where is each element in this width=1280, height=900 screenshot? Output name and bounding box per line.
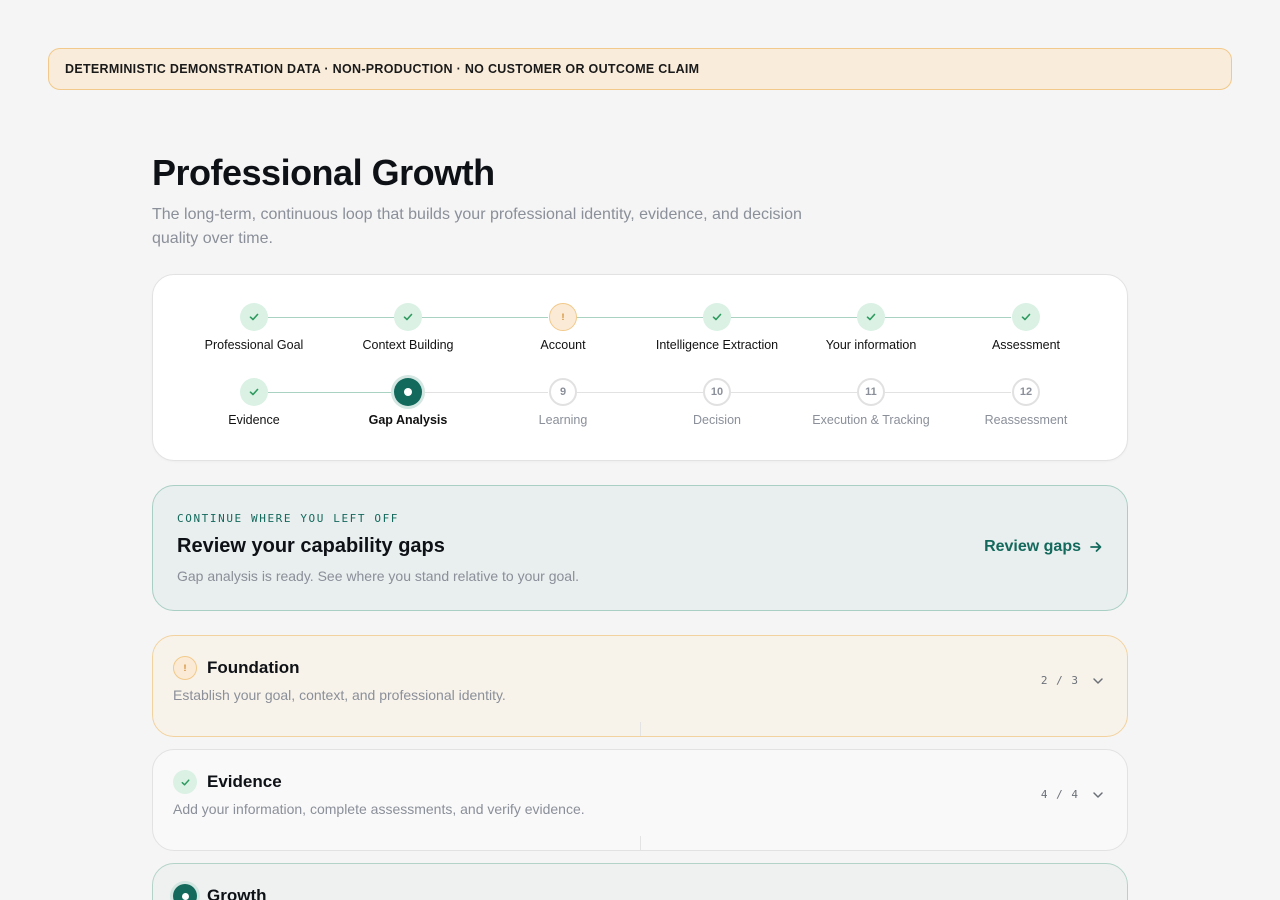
step-decision[interactable]: 10 Decision xyxy=(640,378,794,427)
warning-icon: ! xyxy=(173,656,197,680)
progress-stepper: Professional Goal Context Building ! Acc… xyxy=(152,274,1128,461)
phase-divider xyxy=(640,722,641,736)
step-reassessment[interactable]: 12 Reassessment xyxy=(949,378,1103,427)
step-intelligence-extraction[interactable]: Intelligence Extraction xyxy=(640,303,794,352)
current-phase-icon xyxy=(173,884,197,900)
step-label: Learning xyxy=(538,413,588,427)
continue-description: Gap analysis is ready. See where you sta… xyxy=(177,568,580,584)
phase-growth[interactable]: Growth xyxy=(152,863,1128,900)
continue-heading: Review your capability gaps xyxy=(177,535,445,557)
warning-icon: ! xyxy=(549,303,577,331)
phase-title: Evidence xyxy=(207,772,282,791)
phase-progress-count: 2 / 3 xyxy=(1040,674,1079,687)
check-icon xyxy=(1012,303,1040,331)
step-label: Account xyxy=(540,338,586,352)
continue-card: CONTINUE WHERE YOU LEFT OFF Review your … xyxy=(152,485,1128,611)
banner-text: DETERMINISTIC DEMONSTRATION DATA · NON-P… xyxy=(65,62,700,76)
step-label: Reassessment xyxy=(984,413,1068,427)
step-evidence[interactable]: Evidence xyxy=(177,378,331,427)
step-account[interactable]: ! Account xyxy=(486,303,640,352)
check-icon xyxy=(240,378,268,406)
step-label: Context Building xyxy=(362,338,454,352)
stepper-row-2: Evidence Gap Analysis 9 Learning 10 Deci… xyxy=(177,378,1103,438)
check-icon xyxy=(857,303,885,331)
step-label: Execution & Tracking xyxy=(812,413,930,427)
step-number: 10 xyxy=(703,378,731,406)
review-gaps-label: Review gaps xyxy=(984,538,1081,555)
phase-title: Foundation xyxy=(207,658,300,677)
step-label: Your information xyxy=(825,338,917,352)
check-icon xyxy=(173,770,197,794)
step-context-building[interactable]: Context Building xyxy=(331,303,485,352)
step-label: Professional Goal xyxy=(204,338,304,352)
step-your-information[interactable]: Your information xyxy=(794,303,948,352)
step-label: Assessment xyxy=(991,338,1061,352)
review-gaps-button[interactable]: Review gaps xyxy=(984,538,1103,556)
demo-data-banner: DETERMINISTIC DEMONSTRATION DATA · NON-P… xyxy=(48,48,1232,90)
chevron-down-icon[interactable] xyxy=(1091,788,1105,802)
phase-description: Add your information, complete assessmen… xyxy=(173,801,585,817)
chevron-down-icon[interactable] xyxy=(1091,674,1105,688)
step-gap-analysis[interactable]: Gap Analysis xyxy=(331,378,485,427)
step-number: 12 xyxy=(1012,378,1040,406)
continue-eyebrow: CONTINUE WHERE YOU LEFT OFF xyxy=(177,512,400,525)
check-icon xyxy=(240,303,268,331)
step-label: Decision xyxy=(693,413,741,427)
step-label: Intelligence Extraction xyxy=(655,338,779,352)
step-execution-tracking[interactable]: 11 Execution & Tracking xyxy=(794,378,948,427)
phase-title: Growth xyxy=(207,886,267,900)
arrow-right-icon xyxy=(1090,542,1102,552)
check-icon xyxy=(394,303,422,331)
phase-foundation[interactable]: ! Foundation Establish your goal, contex… xyxy=(152,635,1128,737)
page-subtitle: The long-term, continuous loop that buil… xyxy=(152,206,802,247)
step-learning[interactable]: 9 Learning xyxy=(486,378,640,427)
step-label: Evidence xyxy=(228,413,280,427)
phase-divider xyxy=(640,836,641,850)
step-assessment[interactable]: Assessment xyxy=(949,303,1103,352)
check-icon xyxy=(703,303,731,331)
step-label: Gap Analysis xyxy=(368,413,448,427)
phase-progress-count: 4 / 4 xyxy=(1040,788,1079,801)
step-number: 11 xyxy=(857,378,885,406)
phase-evidence[interactable]: Evidence Add your information, complete … xyxy=(152,749,1128,851)
current-step-icon xyxy=(394,378,422,406)
step-number: 9 xyxy=(549,378,577,406)
page-title: Professional Growth xyxy=(152,152,495,193)
step-professional-goal[interactable]: Professional Goal xyxy=(177,303,331,352)
phase-description: Establish your goal, context, and profes… xyxy=(173,687,506,703)
stepper-row-1: Professional Goal Context Building ! Acc… xyxy=(177,303,1103,363)
